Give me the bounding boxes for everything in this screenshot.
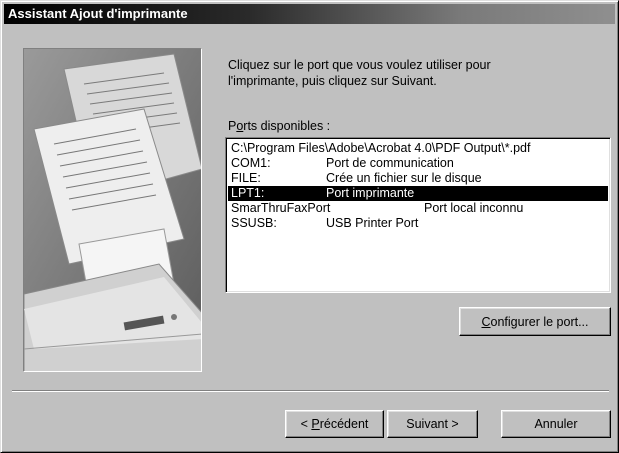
port-description: USB Printer Port (326, 216, 419, 230)
port-name: C:\Program Files\Adobe\Acrobat 4.0\PDF O… (231, 141, 531, 155)
port-name: SSUSB: (231, 216, 277, 230)
ports-label: Ports disponibles : (228, 119, 331, 133)
ports-listbox[interactable]: C:\Program Files\Adobe\Acrobat 4.0\PDF O… (225, 137, 611, 293)
port-row-selected[interactable]: LPT1: Port imprimante (228, 186, 608, 201)
port-description: Port local inconnu (424, 201, 524, 215)
port-row[interactable]: SSUSB: USB Printer Port (228, 216, 608, 231)
instructions-text: Cliquez sur le port que vous voulez util… (228, 58, 491, 88)
add-printer-wizard-window: Assistant Ajout d'imprimante Cliquez sur… (0, 0, 619, 453)
port-name: LPT1: (231, 186, 265, 200)
port-description: Port imprimante (326, 186, 415, 200)
port-name: COM1: (231, 156, 271, 170)
cancel-button[interactable]: Annuler (501, 410, 611, 438)
port-row[interactable]: FILE: Crée un fichier sur le disque (228, 171, 608, 186)
previous-button[interactable]: < Précédent (285, 410, 384, 438)
printer-with-documents-icon (23, 48, 202, 372)
port-row[interactable]: SmarThruFaxPort Port local inconnu (228, 201, 608, 216)
next-button[interactable]: Suivant > (387, 410, 478, 438)
port-name: SmarThruFaxPort (231, 201, 331, 215)
port-description: Crée un fichier sur le disque (326, 171, 482, 185)
port-row[interactable]: COM1: Port de communication (228, 156, 608, 171)
port-row[interactable]: C:\Program Files\Adobe\Acrobat 4.0\PDF O… (228, 141, 608, 156)
separator (12, 390, 609, 392)
configure-port-button[interactable]: Configurer le port... (459, 307, 611, 336)
port-name: FILE: (231, 171, 261, 185)
port-description: Port de communication (326, 156, 454, 170)
window-title: Assistant Ajout d'imprimante (4, 4, 615, 24)
